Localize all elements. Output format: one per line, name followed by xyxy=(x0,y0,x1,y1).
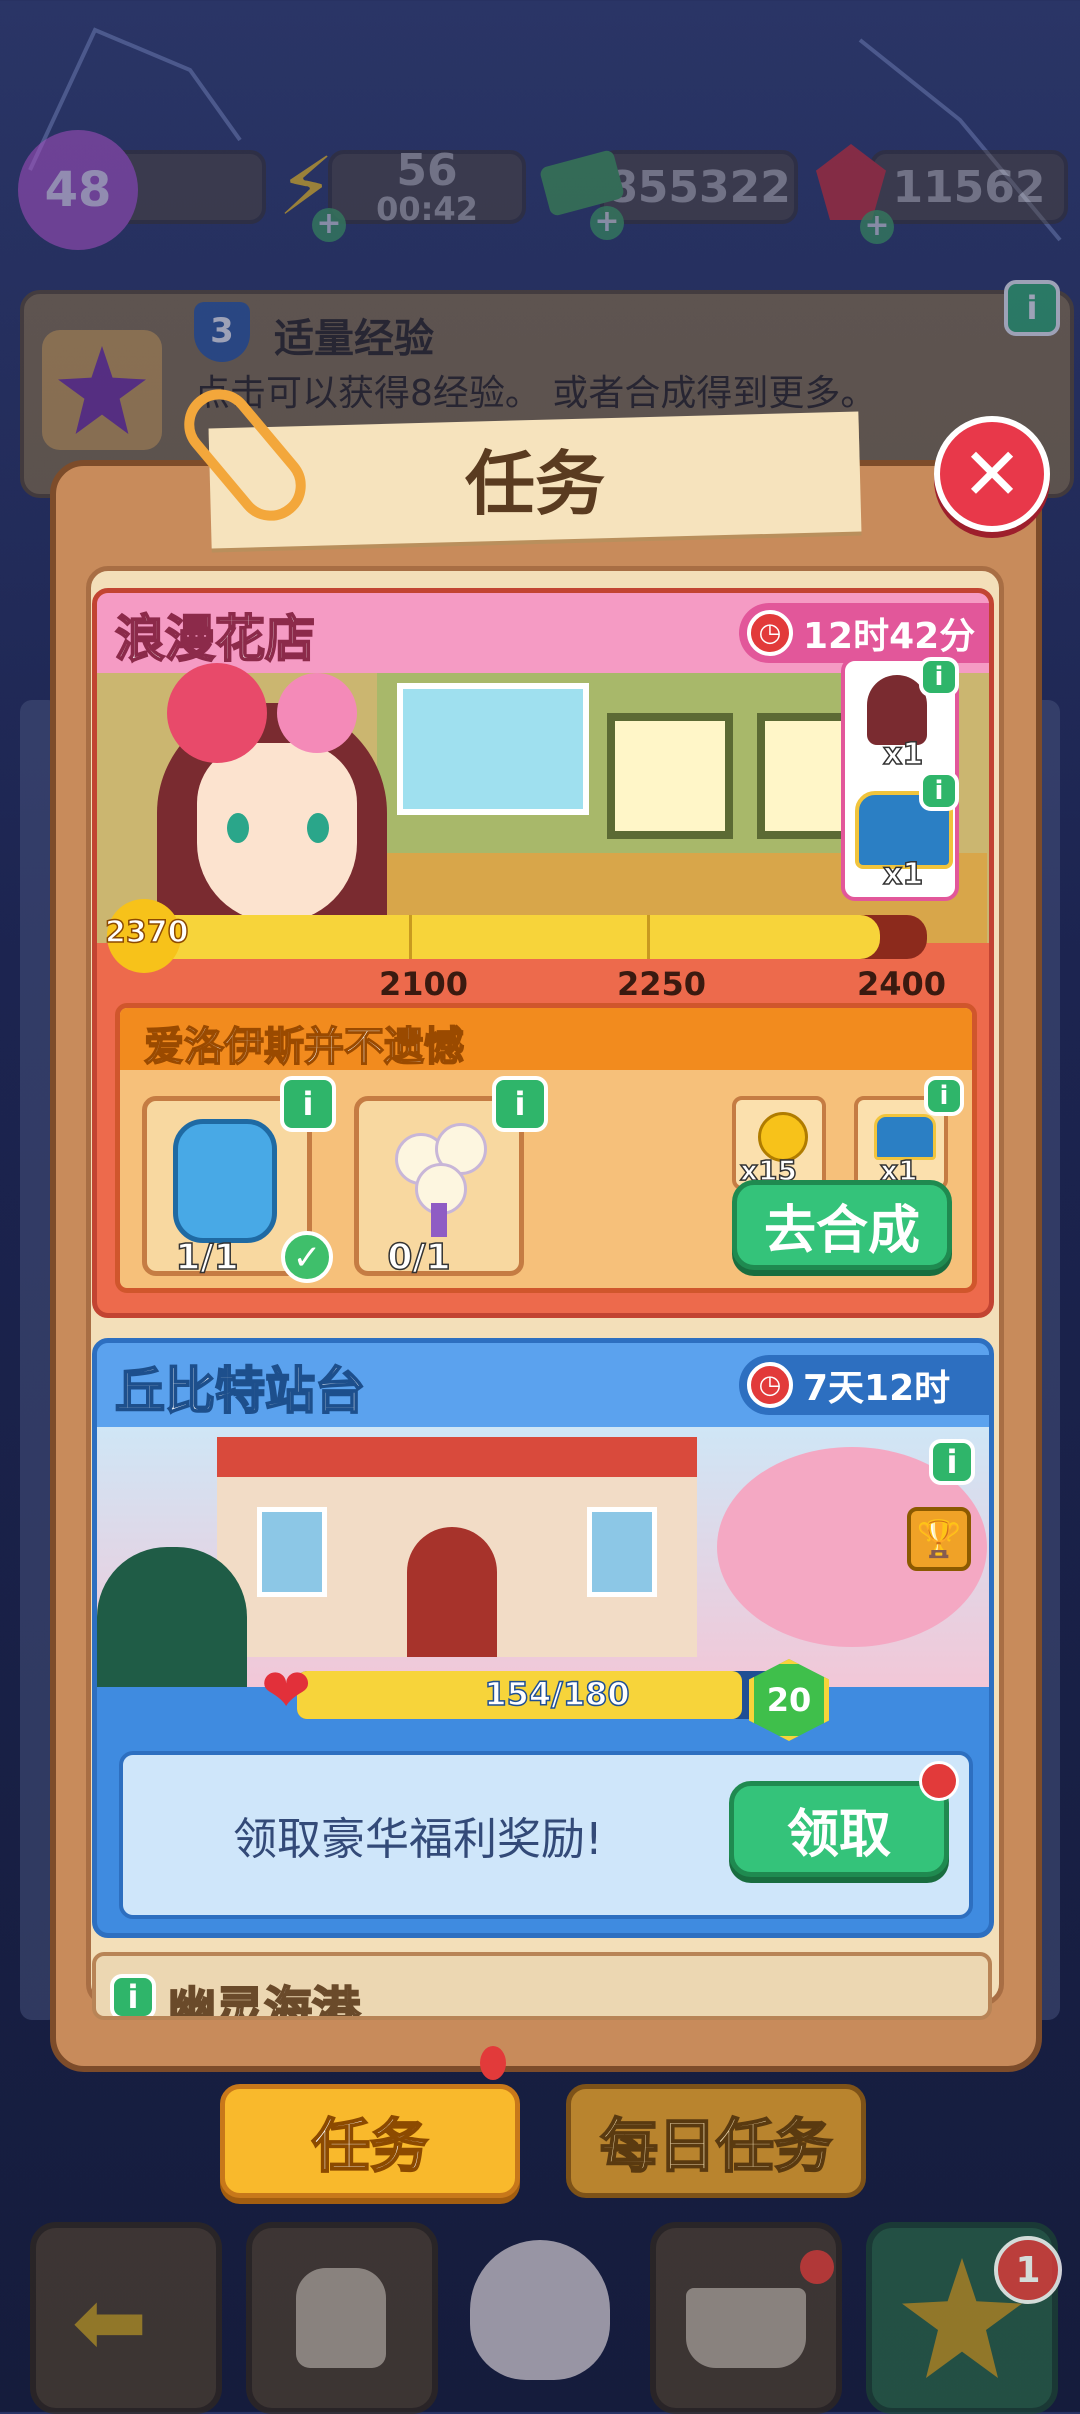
hint-shield-icon: 3 xyxy=(194,302,250,362)
cash-pill: 855322 xyxy=(600,150,798,224)
energy-timer: 00:42 xyxy=(376,190,478,228)
claim-button[interactable]: 领取 xyxy=(729,1781,949,1877)
energy-value: 56 xyxy=(396,145,458,196)
side-reward-1-info-icon[interactable]: i xyxy=(919,657,959,697)
side-reward-2-info-icon[interactable]: i xyxy=(919,771,959,811)
go-merge-label: 去合成 xyxy=(763,1200,920,1261)
cash-value: 855322 xyxy=(607,161,791,213)
energy-plus-button[interactable]: + xyxy=(312,208,346,242)
tab-indicator-dot xyxy=(480,2046,506,2080)
cupid-station-scene: i 🏆 xyxy=(97,1427,989,1687)
close-icon: ✕ xyxy=(961,432,1023,516)
back-arrow-icon: ⬅ xyxy=(72,2270,148,2375)
item-1-info-icon[interactable]: i xyxy=(280,1076,336,1132)
card2-info-icon[interactable]: i xyxy=(929,1439,975,1485)
tab-tasks[interactable]: 任务 xyxy=(220,2084,520,2198)
mansion xyxy=(217,1437,697,1657)
card1-progress-track xyxy=(137,915,927,959)
card3-info-icon[interactable]: i xyxy=(110,1974,156,2016)
milestone-divider xyxy=(409,915,412,959)
hint-info-icon[interactable]: i xyxy=(1004,280,1060,336)
hint-description: 点击可以获得8经验。 或者合成得到更多。 xyxy=(194,373,877,414)
palm-leaves xyxy=(97,1547,247,1687)
reward-flower-coins: x15 xyxy=(732,1096,826,1190)
back-button[interactable]: ⬅ xyxy=(30,2222,222,2414)
backpack-icon xyxy=(296,2268,386,2368)
trophy-icon[interactable]: 🏆 xyxy=(907,1507,971,1571)
item-2-count: 0/1 xyxy=(387,1236,452,1279)
tab-daily-label: 每日任务 xyxy=(599,2111,833,2181)
level-indicator[interactable]: 48 xyxy=(18,130,266,250)
milestone-label: 2250 xyxy=(617,965,707,1003)
claim-reward-panel: 领取豪华福利奖励! 领取 xyxy=(119,1751,973,1919)
event-card-flower-shop: 浪漫花店 ◷ 12时42分 x1 i x1 i 2370 2100 2250 2… xyxy=(92,588,994,1318)
milestone-label: 2400 xyxy=(857,965,947,1003)
gem-value: 11562 xyxy=(892,161,1046,213)
gem-plus-button[interactable]: + xyxy=(860,210,894,244)
claim-text: 领取豪华福利奖励! xyxy=(233,1814,603,1865)
water-tank-icon xyxy=(173,1119,277,1243)
energy-pill: 56 00:42 xyxy=(328,145,526,228)
heart-progress-track: 154/180 xyxy=(297,1671,817,1719)
flower-shop-scene: x1 i x1 i xyxy=(97,657,989,953)
card1-title: 浪漫花店 xyxy=(114,609,316,669)
card2-timer-text: 7天12时 xyxy=(803,1368,951,1409)
heart-level-value: 20 xyxy=(766,1681,812,1719)
gem-counter[interactable]: 11562 + xyxy=(810,140,1070,244)
star-notification-badge: 1 xyxy=(994,2236,1062,2304)
gem-pill: 11562 xyxy=(870,150,1068,224)
claim-label: 领取 xyxy=(786,1804,891,1865)
hint-title: 适量经验 xyxy=(274,316,434,362)
task-title: 爱洛伊斯并不遗憾 xyxy=(143,1023,465,1071)
claim-notification-dot xyxy=(919,1761,959,1801)
modal-title: 任务 xyxy=(465,443,605,525)
event-card-cupid-station: 丘比特站台 ◷ 7天12时 i 🏆 154/180 ❤ 20 领取豪华福利奖励!… xyxy=(92,1338,994,1938)
progress-current-value: 2370 xyxy=(104,914,189,951)
side-reward-panel: x1 i x1 i xyxy=(841,657,959,901)
bouquet-icon xyxy=(395,1123,487,1237)
cash-plus-button[interactable]: + xyxy=(590,206,624,240)
checkmark-icon: ✓ xyxy=(281,1231,333,1283)
card1-task-panel: 爱洛伊斯并不遗憾 1/1 ✓ i 0/1 i x15 x1 i 去合成 xyxy=(115,1003,977,1293)
heart-progress-text: 154/180 xyxy=(484,1674,631,1714)
rewards-info-icon[interactable]: i xyxy=(924,1076,964,1116)
item-2-info-icon[interactable]: i xyxy=(492,1076,548,1132)
hint-badge-level: 3 xyxy=(210,311,234,351)
clock-icon: ◷ xyxy=(747,610,793,656)
tab-tasks-label: 任务 xyxy=(311,2111,429,2181)
milestone-divider xyxy=(647,915,650,959)
close-button[interactable]: ✕ xyxy=(934,416,1050,532)
side-reward-1-count: x1 xyxy=(882,736,924,773)
glove-icon[interactable] xyxy=(470,2240,610,2380)
star-badge-count: 1 xyxy=(1015,2249,1041,2291)
shop-notification-dot xyxy=(800,2250,834,2284)
tab-daily-tasks[interactable]: 每日任务 xyxy=(566,2084,866,2198)
card2-timer: ◷ 7天12时 xyxy=(739,1355,989,1415)
heart-icon: ❤ xyxy=(261,1656,312,1726)
level-star-icon: 48 xyxy=(18,130,138,250)
side-reward-character-icon xyxy=(867,675,927,745)
card2-title: 丘比特站台 xyxy=(114,1361,366,1421)
clock-icon: ◷ xyxy=(747,1362,793,1408)
card1-progress-fill xyxy=(137,915,880,959)
side-reward-2-count: x1 xyxy=(882,856,924,893)
level-value: 48 xyxy=(44,162,112,218)
card1-timer: ◷ 12时42分 xyxy=(739,603,989,663)
milestone-label: 2100 xyxy=(379,965,469,1003)
event-card-ghost-harbor[interactable]: i 幽灵海港 xyxy=(92,1952,992,2020)
backpack-button[interactable] xyxy=(246,2222,438,2414)
card1-timer-text: 12时42分 xyxy=(803,616,976,657)
basket-icon xyxy=(686,2288,806,2368)
hint-star-icon xyxy=(42,330,162,450)
card3-title: 幽灵海港 xyxy=(167,1981,361,2020)
energy-counter[interactable]: 56 00:42 ⚡ + xyxy=(278,140,528,242)
item-1-count: 1/1 xyxy=(175,1236,240,1279)
go-merge-button[interactable]: 去合成 xyxy=(732,1180,952,1270)
cash-counter[interactable]: 855322 + xyxy=(538,140,800,240)
